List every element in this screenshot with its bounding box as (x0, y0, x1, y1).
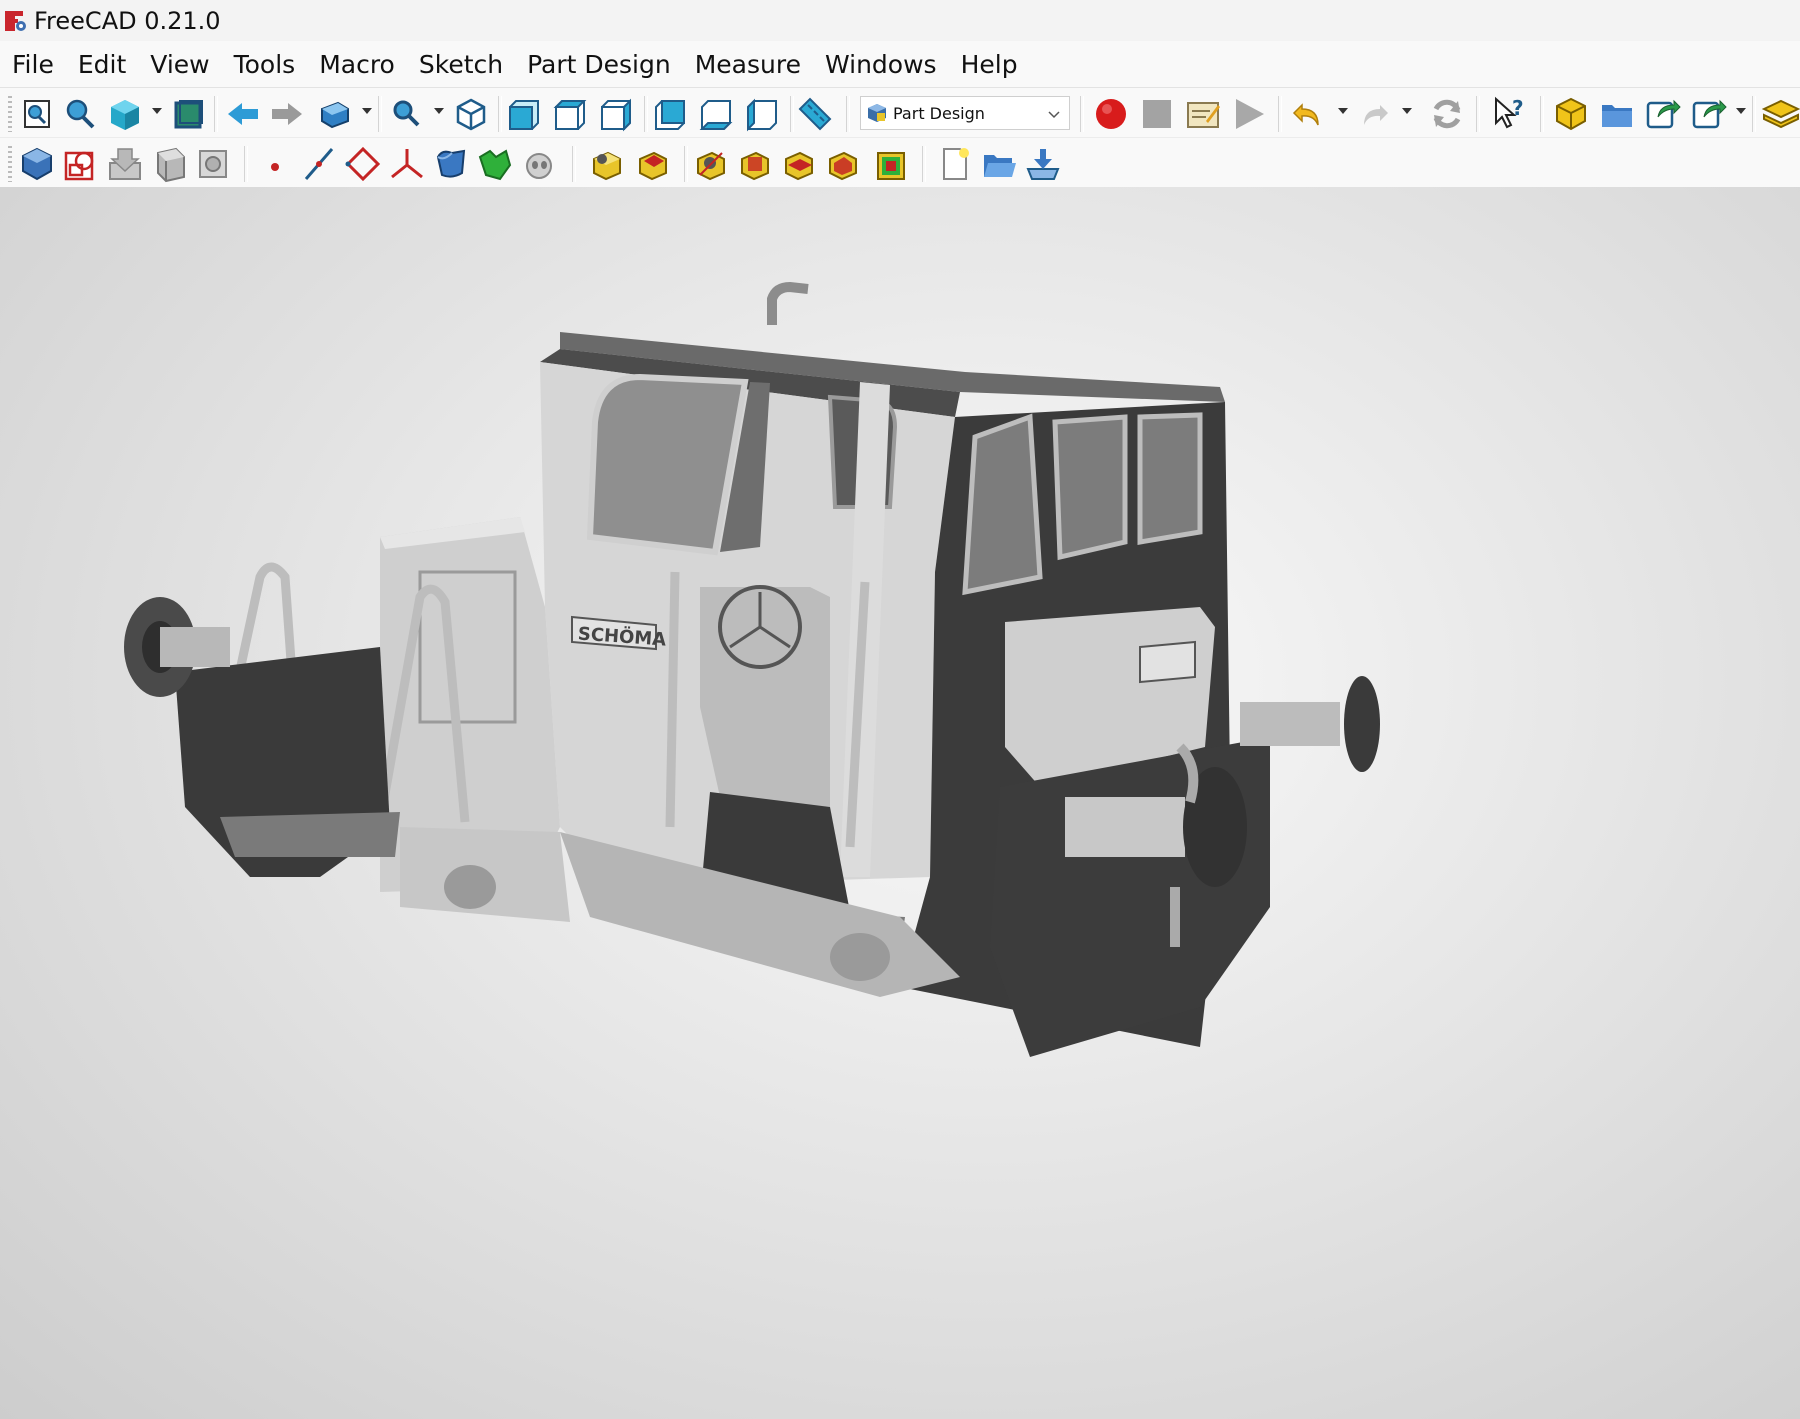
zoom-dropdown-icon[interactable] (434, 108, 444, 114)
redo-icon[interactable] (1354, 95, 1392, 133)
toolbar-separator (1752, 96, 1756, 132)
window-title: FreeCAD 0.21.0 (34, 6, 221, 35)
title-bar: FreeCAD 0.21.0 (0, 0, 1800, 41)
bottom-view-icon[interactable] (698, 95, 736, 133)
redo-dropdown-icon[interactable] (1402, 108, 1412, 114)
chevron-down-icon (1047, 106, 1061, 120)
menu-part-design[interactable]: Part Design (515, 41, 683, 87)
rear-view-icon[interactable] (652, 95, 690, 133)
draw-style-icon[interactable] (316, 95, 354, 133)
std-view-menu-icon[interactable] (106, 95, 144, 133)
menu-sketch[interactable]: Sketch (407, 41, 515, 87)
sub-shape-binder-icon[interactable] (432, 145, 470, 183)
additive-loft-icon[interactable] (824, 145, 862, 183)
groove-icon[interactable] (780, 145, 818, 183)
refresh-icon[interactable] (1428, 95, 1466, 133)
datum-line-icon[interactable] (300, 145, 338, 183)
macro-record-icon[interactable] (1092, 95, 1130, 133)
part-icon[interactable] (1552, 95, 1590, 133)
menu-bar: File Edit View Tools Macro Sketch Part D… (0, 41, 1800, 87)
datum-plane-icon[interactable] (344, 145, 382, 183)
macro-run-icon[interactable] (1230, 95, 1268, 133)
workbench-selector[interactable]: Part Design (860, 96, 1070, 130)
toolbar-separator (790, 96, 794, 132)
back-arrow-icon[interactable] (224, 95, 262, 133)
link-icon[interactable] (1644, 95, 1682, 133)
toolbar-separator (644, 96, 648, 132)
toolbar-separator (1476, 96, 1480, 132)
macro-edit-icon[interactable] (1184, 95, 1222, 133)
top-view-icon[interactable] (552, 95, 590, 133)
draw-style-dropdown-icon[interactable] (362, 108, 372, 114)
menu-edit[interactable]: Edit (66, 41, 138, 87)
std-view-dropdown-icon[interactable] (152, 108, 162, 114)
macro-stop-icon[interactable] (1138, 95, 1176, 133)
clone-icon[interactable] (476, 145, 514, 183)
create-body-icon[interactable] (18, 145, 56, 183)
front-view-icon[interactable] (506, 95, 544, 133)
hole-icon[interactable] (692, 145, 730, 183)
validate-sketch-icon[interactable] (106, 145, 144, 183)
part-design-workbench-icon (865, 101, 889, 125)
pad-icon[interactable] (588, 145, 626, 183)
toolbar-grip[interactable] (8, 96, 12, 132)
toolbar-separator (214, 96, 218, 132)
link-actions-icon[interactable] (1690, 95, 1728, 133)
toolbar-grip[interactable] (8, 146, 12, 182)
fit-selection-icon[interactable] (62, 95, 100, 133)
toolbar-separator (244, 146, 248, 182)
toolbar-separator (1080, 96, 1084, 132)
menu-measure[interactable]: Measure (683, 41, 813, 87)
toolbar-separator (378, 96, 382, 132)
subtractive-loft-icon[interactable] (872, 145, 910, 183)
whats-this-icon[interactable]: ? (1490, 95, 1528, 133)
toolbar-separator (572, 146, 576, 182)
datum-point-icon[interactable] (256, 145, 294, 183)
show-hide-icon[interactable] (520, 145, 558, 183)
forward-arrow-icon[interactable] (268, 95, 306, 133)
link-actions-dropdown-icon[interactable] (1736, 108, 1746, 114)
locomotive-3d-model[interactable]: SCHÖMA (0, 187, 1800, 1419)
toolbar-part-design (0, 137, 1800, 189)
menu-file[interactable]: File (0, 41, 66, 87)
menu-tools[interactable]: Tools (222, 41, 308, 87)
right-view-icon[interactable] (598, 95, 636, 133)
zoom-menu-icon[interactable] (388, 95, 426, 133)
create-sketch-icon[interactable] (62, 145, 100, 183)
open-file-icon[interactable] (980, 145, 1018, 183)
bounding-box-icon[interactable] (170, 95, 208, 133)
undo-icon[interactable] (1290, 95, 1328, 133)
toolbar-separator (498, 96, 502, 132)
new-document-icon[interactable] (936, 145, 974, 183)
workbench-selector-value: Part Design (893, 103, 985, 123)
pocket-icon[interactable] (634, 145, 672, 183)
freecad-logo-icon (4, 9, 28, 33)
menu-view[interactable]: View (138, 41, 221, 87)
toolbar-separator (1540, 96, 1544, 132)
group-icon[interactable] (1598, 95, 1636, 133)
measure-distance-icon[interactable] (796, 95, 834, 133)
local-coordinate-system-icon[interactable] (388, 145, 426, 183)
undo-dropdown-icon[interactable] (1338, 108, 1348, 114)
menu-macro[interactable]: Macro (307, 41, 407, 87)
isometric-view-icon[interactable] (452, 95, 490, 133)
toolbar-separator (1278, 96, 1282, 132)
toolbar-main: Part Design ? (0, 87, 1800, 138)
toolbar-separator (846, 96, 850, 132)
check-geometry-icon[interactable] (150, 145, 188, 183)
shape-binder-icon[interactable] (194, 145, 232, 183)
revolution-icon[interactable] (736, 145, 774, 183)
menu-help[interactable]: Help (949, 41, 1030, 87)
save-icon[interactable] (1024, 145, 1062, 183)
3d-viewport[interactable]: SCHÖMA (0, 187, 1800, 1419)
menu-windows[interactable]: Windows (813, 41, 949, 87)
toolbar-separator (684, 146, 688, 182)
link-sub-icon[interactable] (1762, 95, 1800, 133)
fit-all-icon[interactable] (18, 95, 56, 133)
svg-text:?: ? (1512, 96, 1524, 120)
toolbar-separator (922, 146, 926, 182)
left-view-icon[interactable] (744, 95, 782, 133)
